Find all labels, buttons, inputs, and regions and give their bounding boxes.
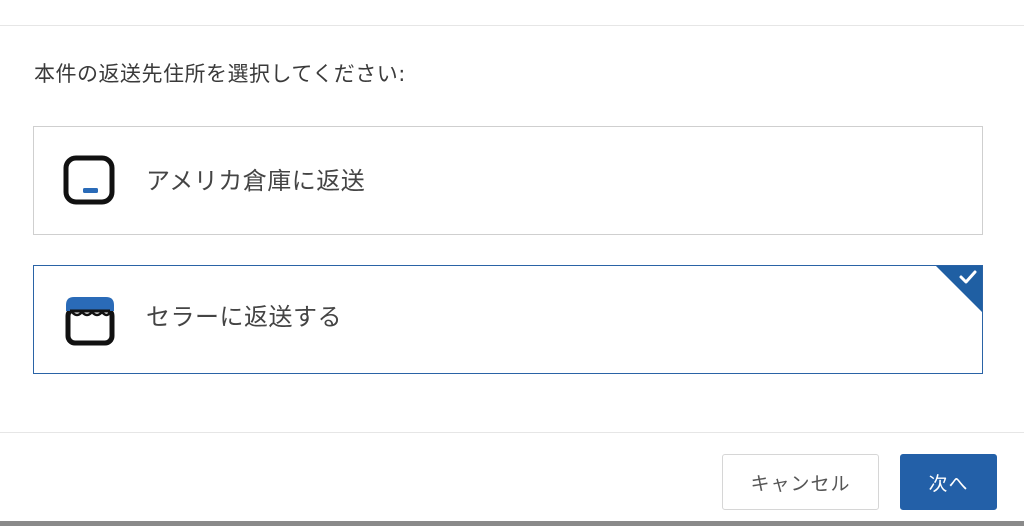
option-return-to-us-warehouse[interactable]: アメリカ倉庫に返送	[33, 126, 983, 235]
option-label-seller: セラーに返送する	[146, 303, 342, 331]
next-button[interactable]: 次へ	[900, 454, 997, 510]
warehouse-box-icon	[63, 155, 115, 205]
store-icon	[65, 297, 115, 346]
window-bottom-edge	[0, 521, 1024, 526]
return-address-dialog: 本件の返送先住所を選択してください: アメリカ倉庫に返送 セラーに返送する キャ…	[0, 0, 1024, 526]
top-divider	[0, 25, 1024, 26]
option-label-warehouse: アメリカ倉庫に返送	[146, 167, 366, 195]
dialog-prompt: 本件の返送先住所を選択してください:	[34, 62, 406, 86]
option-return-to-seller[interactable]: セラーに返送する	[33, 265, 983, 374]
checkmark-icon	[959, 270, 977, 284]
cancel-button[interactable]: キャンセル	[722, 454, 879, 510]
bottom-divider	[0, 432, 1024, 433]
